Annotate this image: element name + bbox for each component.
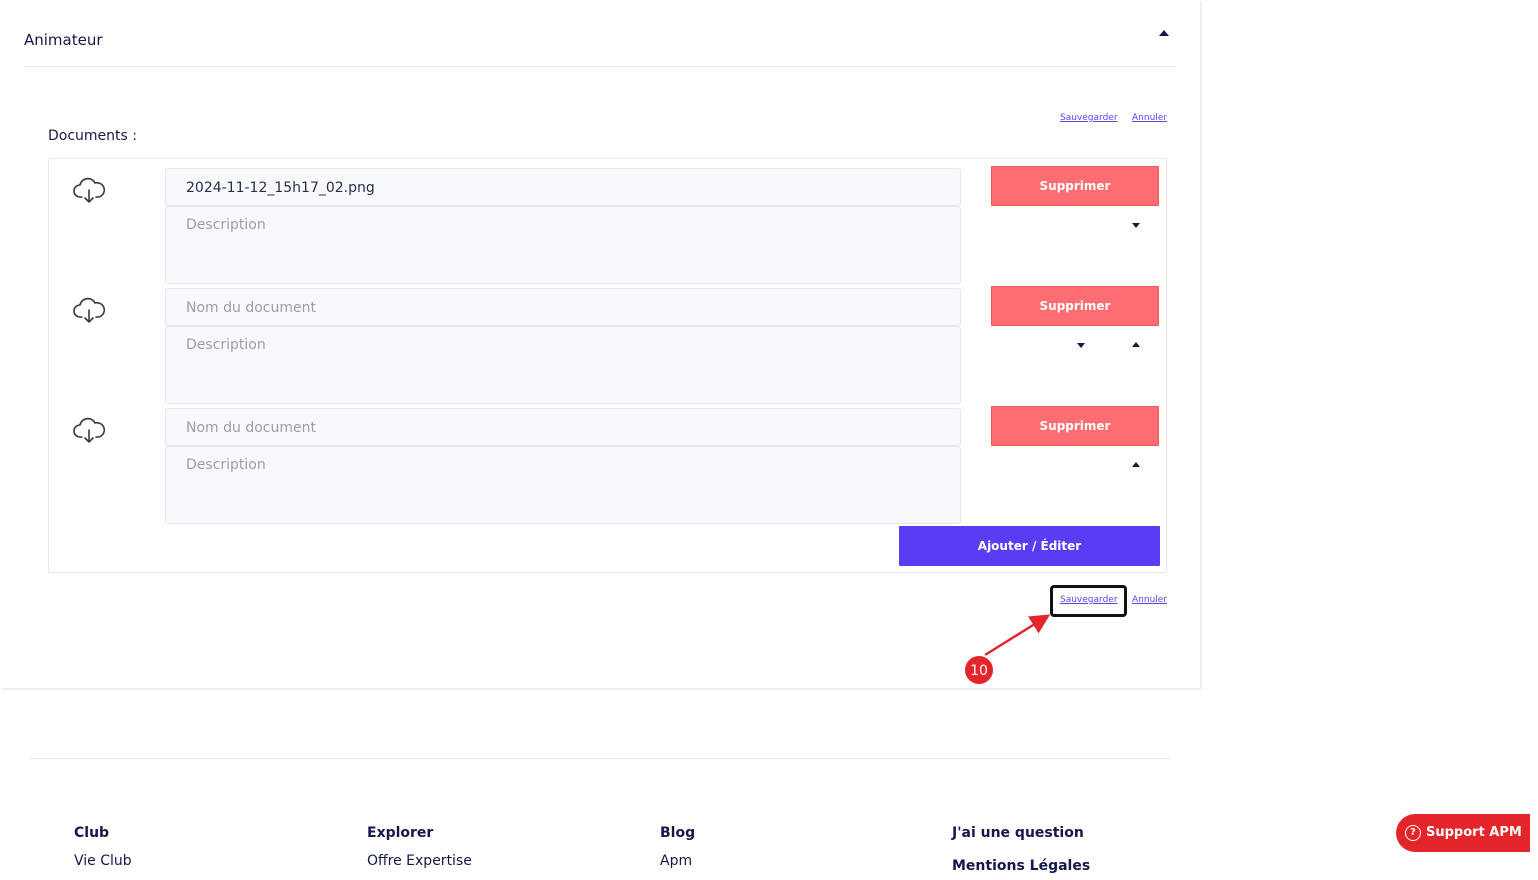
add-edit-button[interactable]: Ajouter / Éditer [899, 526, 1160, 566]
section-title: Animateur [24, 31, 103, 49]
name-placeholder: Nom du document [186, 300, 316, 316]
footer-heading-blog: Blog [660, 825, 696, 841]
description-placeholder: Description [186, 457, 266, 473]
document-name-input[interactable]: 2024-11-12_15h17_02.png [165, 168, 961, 206]
support-label: Support APM [1426, 825, 1522, 840]
annotation-arrow: 10 [963, 614, 1051, 686]
name-placeholder: Nom du document [186, 420, 316, 436]
section-divider [24, 66, 1176, 67]
delete-button[interactable]: Supprimer [991, 286, 1159, 326]
move-up-icon[interactable] [1132, 462, 1140, 467]
description-placeholder: Description [186, 337, 266, 353]
annotation-step-number: 10 [970, 663, 988, 679]
delete-button[interactable]: Supprimer [991, 406, 1159, 446]
footer-link-offre-expertise[interactable]: Offre Expertise [367, 853, 472, 869]
cloud-download-icon[interactable] [73, 417, 105, 445]
move-down-icon[interactable] [1132, 223, 1140, 228]
description-placeholder: Description [186, 217, 266, 233]
cancel-link-bottom[interactable]: Annuler [1132, 595, 1167, 605]
footer-divider [30, 758, 1171, 759]
support-button[interactable]: ? Support APM [1396, 814, 1530, 852]
save-link-top[interactable]: Sauvegarder [1060, 113, 1118, 123]
document-description-input[interactable]: Description [165, 326, 961, 404]
documents-label: Documents : [48, 128, 137, 144]
document-name-input[interactable]: Nom du document [165, 288, 961, 326]
footer-link-mentions-legales[interactable]: Mentions Légales [952, 858, 1090, 874]
footer-link-question[interactable]: J'ai une question [952, 825, 1084, 841]
move-up-icon[interactable] [1132, 342, 1140, 347]
document-description-input[interactable]: Description [165, 446, 961, 524]
document-name-input[interactable]: Nom du document [165, 408, 961, 446]
cancel-link-top[interactable]: Annuler [1132, 113, 1167, 123]
footer-heading-club: Club [74, 825, 110, 841]
delete-button[interactable]: Supprimer [991, 166, 1159, 206]
move-down-icon[interactable] [1077, 343, 1085, 348]
animateur-card: Animateur Sauvegarder Annuler Documents … [0, 0, 1200, 688]
collapse-arrow-icon[interactable] [1159, 30, 1169, 36]
cloud-download-icon[interactable] [73, 177, 105, 205]
help-circle-icon: ? [1405, 825, 1421, 841]
document-description-input[interactable]: Description [165, 206, 961, 284]
footer-link-apm[interactable]: Apm [660, 853, 692, 869]
footer-heading-explorer: Explorer [367, 825, 434, 841]
cloud-download-icon[interactable] [73, 297, 105, 325]
footer-link-vie-club[interactable]: Vie Club [74, 853, 132, 869]
